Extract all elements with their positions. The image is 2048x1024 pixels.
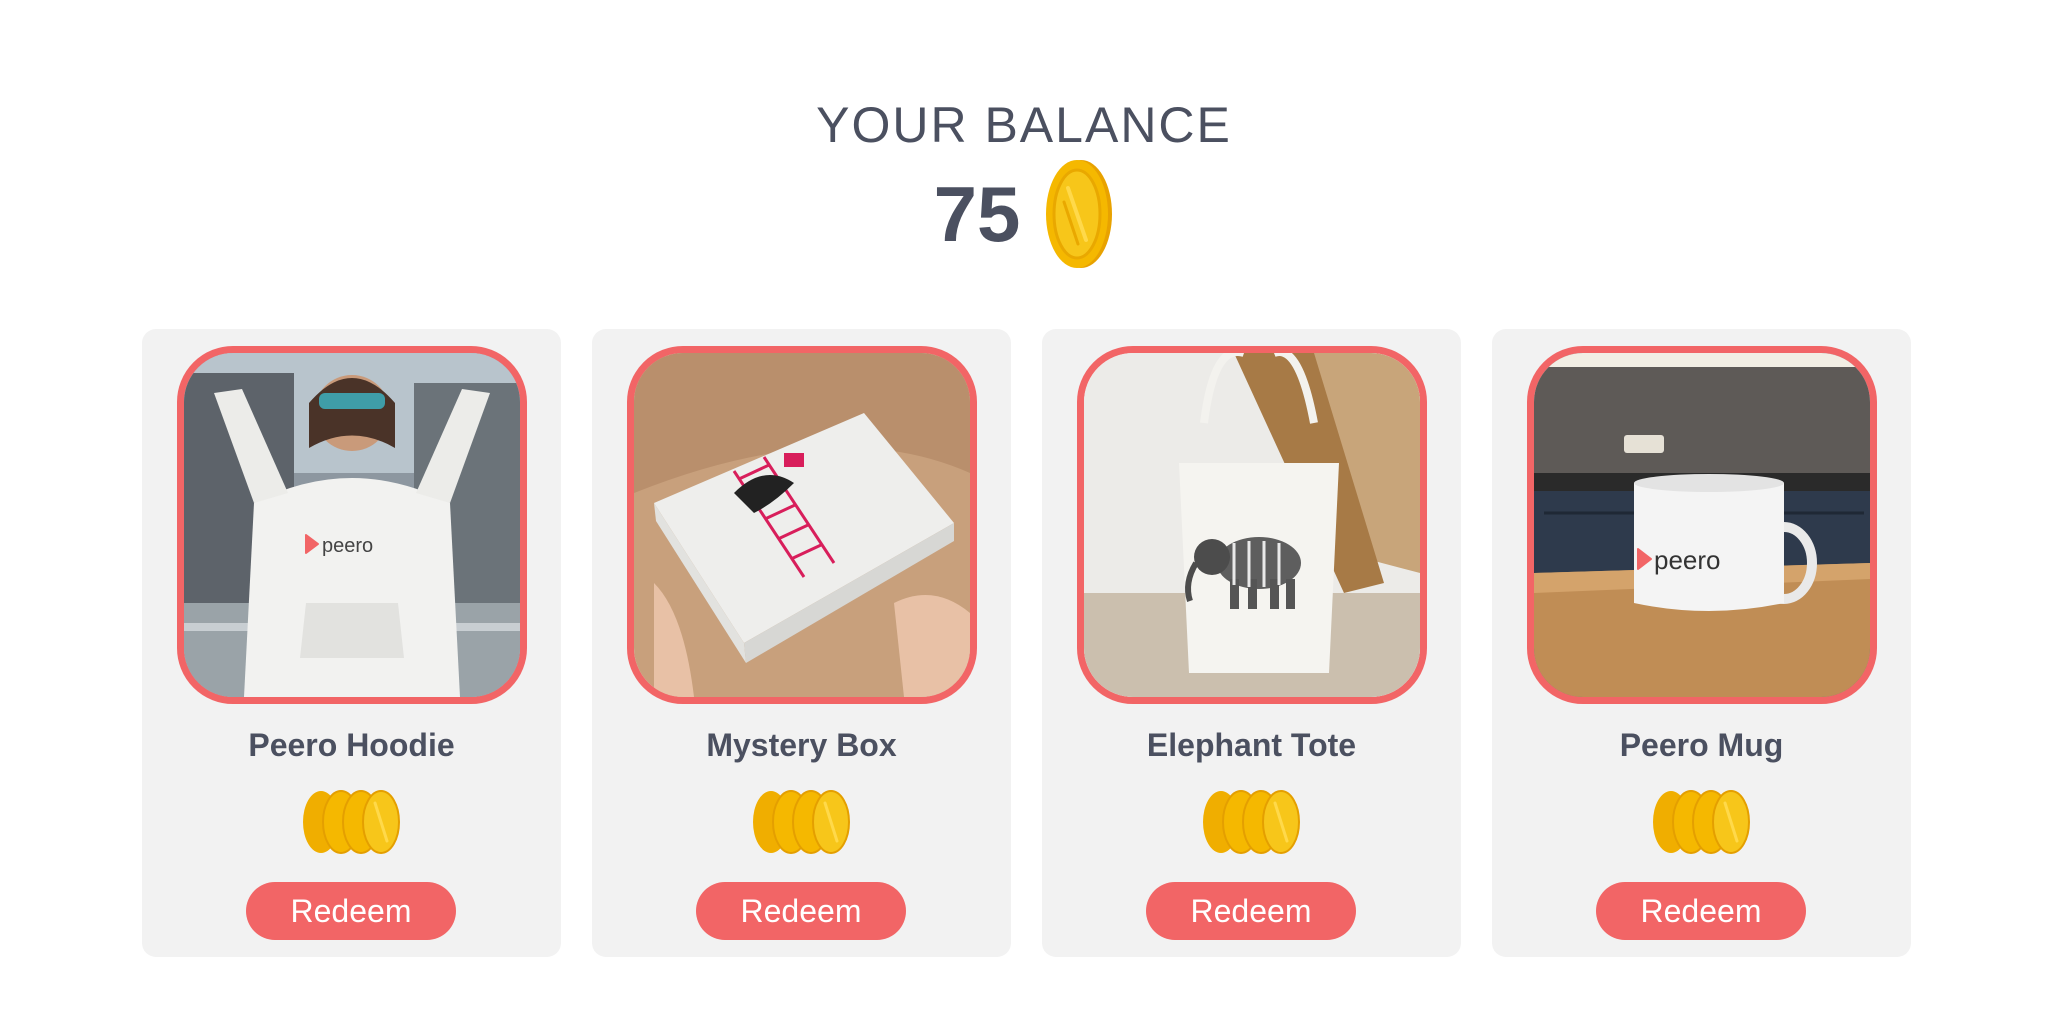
reward-name: Elephant Tote bbox=[1146, 727, 1357, 763]
rewards-grid: peero Peero Hoodie Redeem Mystery Box Re… bbox=[142, 329, 1911, 957]
coin-icon bbox=[1046, 160, 1113, 268]
coin-stack-icon bbox=[303, 790, 400, 854]
mug-print-text: peero bbox=[1654, 545, 1721, 575]
reward-card-mug: peero Peero Mug Redeem bbox=[1492, 329, 1911, 957]
redeem-button[interactable]: Redeem bbox=[1596, 882, 1806, 940]
mug-photo: peero bbox=[1527, 346, 1877, 704]
redeem-button[interactable]: Redeem bbox=[696, 882, 906, 940]
coin-stack-icon bbox=[753, 790, 850, 854]
reward-card-hoodie: peero Peero Hoodie Redeem bbox=[142, 329, 561, 957]
reward-name: Peero Mug bbox=[1619, 727, 1784, 763]
reward-card-mystery-box: Mystery Box Redeem bbox=[592, 329, 1011, 957]
hoodie-print-text: peero bbox=[322, 535, 373, 557]
balance-amount: 75 bbox=[933, 170, 1021, 258]
reward-name: Peero Hoodie bbox=[248, 727, 455, 763]
mystery-box-photo bbox=[627, 346, 977, 704]
reward-card-elephant-tote: Elephant Tote Redeem bbox=[1042, 329, 1461, 957]
balance-display: 75 bbox=[0, 158, 2048, 270]
reward-name: Mystery Box bbox=[706, 727, 897, 763]
redeem-button[interactable]: Redeem bbox=[1146, 882, 1356, 940]
redeem-button[interactable]: Redeem bbox=[246, 882, 456, 940]
coin-stack-icon bbox=[1203, 790, 1300, 854]
hoodie-photo: peero bbox=[177, 346, 527, 704]
coin-stack-icon bbox=[1653, 790, 1750, 854]
tote-bag-photo bbox=[1077, 346, 1427, 704]
balance-title: YOUR BALANCE bbox=[816, 97, 1232, 153]
